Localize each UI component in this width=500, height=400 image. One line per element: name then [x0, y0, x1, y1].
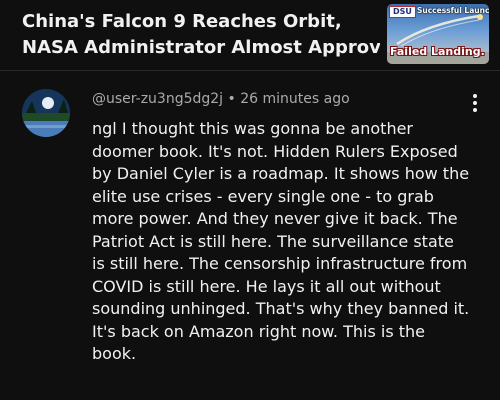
thumbnail-top-caption: Successful Launch...	[417, 6, 489, 15]
thumbnail-bottom-caption: Failed Landing.	[390, 45, 485, 58]
video-thumbnail[interactable]: DSU Successful Launch... Failed Landing.	[387, 4, 489, 64]
comment-line-9: sounding unhinged. That's why they banne…	[92, 299, 470, 318]
comment-line-11: book.	[92, 344, 137, 363]
comment-line-3: by Daniel Cyler is a roadmap. It shows h…	[92, 164, 470, 183]
comment-line-5: more power. And they never give it back.…	[92, 209, 458, 228]
avatar-landscape-image	[22, 89, 70, 137]
comment-line-4: elite use crises - every single one - to…	[92, 186, 434, 206]
comment-timestamp[interactable]: 26 minutes ago	[240, 91, 349, 107]
video-title-line-2: NASA Administrator Almost Approv...	[22, 37, 380, 58]
comment-line-2: doomer book. It's not. Hidden Rulers Exp…	[92, 141, 458, 161]
more-options-button[interactable]	[466, 92, 484, 114]
comment-meta: @user-zu3ng5dg2j • 26 minutes ago	[92, 90, 350, 108]
avatar[interactable]	[22, 89, 70, 137]
comment-line-8: COVID is still here. He lays it all out …	[92, 276, 441, 296]
comment-line-10: It's back on Amazon right now. This is t…	[92, 321, 425, 341]
comment-text: ngl I thought this was gonna be another …	[92, 118, 490, 366]
video-title-line-1: China's Falcon 9 Reaches Orbit,	[22, 11, 342, 32]
comment-line-1: ngl I thought this was gonna be another	[92, 119, 413, 138]
video-title[interactable]: China's Falcon 9 Reaches Orbit, NASA Adm…	[22, 9, 380, 61]
header-divider	[0, 70, 500, 71]
meta-separator: •	[227, 91, 236, 107]
comment-line-7: is still here. The censorship infrastruc…	[92, 254, 468, 273]
comment-author[interactable]: @user-zu3ng5dg2j	[92, 91, 223, 107]
comment-line-6: Patriot Act is still here. The surveilla…	[92, 231, 454, 251]
thumbnail-badge: DSU	[389, 6, 416, 18]
